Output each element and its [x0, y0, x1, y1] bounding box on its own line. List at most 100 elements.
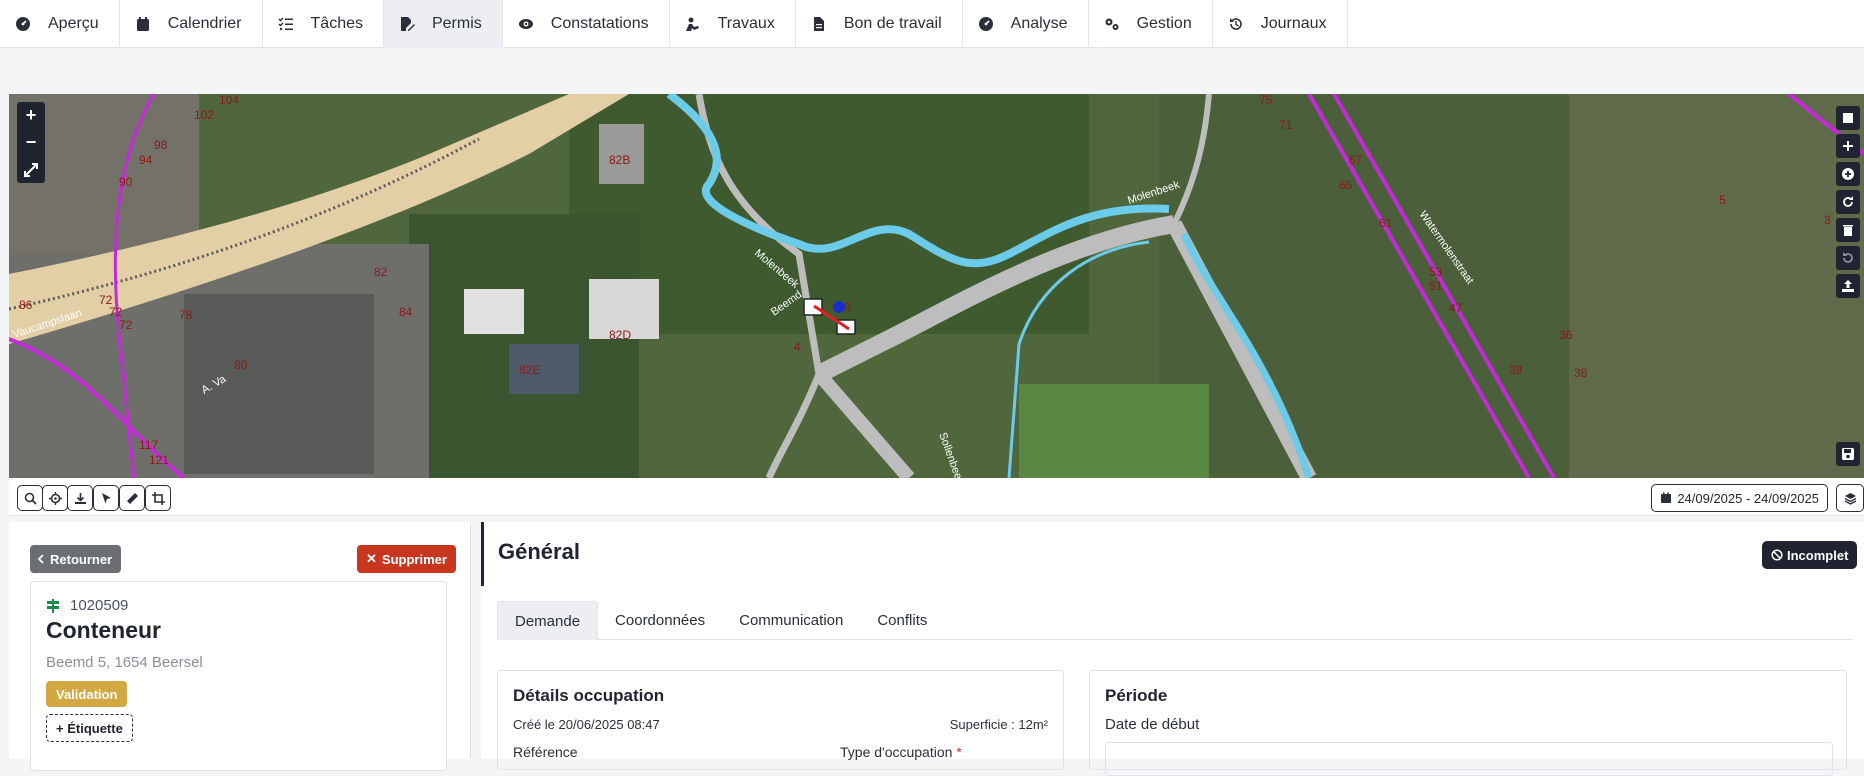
rotate-icon [1843, 196, 1853, 207]
plus-icon [1843, 141, 1853, 151]
nav-label: Gestion [1136, 15, 1192, 32]
rotate-button[interactable] [1836, 190, 1860, 214]
nav-constatations[interactable]: Constatations [503, 0, 670, 48]
document-icon [810, 15, 828, 33]
reference-label: Référence [513, 744, 578, 760]
nav-journaux[interactable]: Journaux [1213, 0, 1348, 48]
signpost-icon [47, 598, 59, 613]
required-marker: * [956, 744, 962, 760]
created-date: Créé le 20/06/2025 08:47 [513, 717, 660, 732]
detail-tabs: Demande Coordonnées Communication Confli… [497, 601, 1853, 640]
permit-detail: Général Incomplet Demande Coordonnées Co… [481, 522, 1864, 776]
nav-permis[interactable]: Permis [383, 0, 503, 48]
zoom-in-button[interactable]: + [17, 102, 45, 129]
delete-button[interactable]: ✕ Supprimer [357, 545, 456, 573]
worker-icon [684, 15, 702, 33]
draw-square-button[interactable] [1836, 106, 1860, 130]
search-icon [24, 492, 37, 505]
nav-taches[interactable]: Tâches [263, 0, 384, 48]
zoom-out-button[interactable]: − [17, 129, 45, 156]
map-view[interactable]: Vaucampslaan A. Va Beemd Sollenbeek Molenbee… [9, 94, 1864, 478]
close-icon: ✕ [366, 551, 377, 566]
map-house-number: 72 [119, 318, 133, 332]
status-badge[interactable]: Validation [46, 681, 128, 707]
download-icon [74, 492, 86, 504]
square-icon [1843, 113, 1853, 123]
nav-apercu[interactable]: Aperçu [0, 0, 120, 48]
map-house-number: 9 [844, 300, 851, 314]
zoom-control: + − [17, 102, 45, 183]
tab-conflits[interactable]: Conflits [860, 601, 944, 640]
nav-analyse[interactable]: Analyse [963, 0, 1089, 48]
completion-status-label: Incomplet [1787, 547, 1849, 563]
upload-button[interactable] [1836, 274, 1860, 298]
nav-label: Aperçu [48, 15, 99, 32]
nav-travaux[interactable]: Travaux [670, 0, 796, 48]
upload-icon [1842, 280, 1854, 292]
permit-sidebar: Retourner ✕ Supprimer 1020509 Conteneur … [9, 522, 471, 771]
ruler-icon [126, 492, 138, 504]
nav-bon-de-travail[interactable]: Bon de travail [796, 0, 963, 48]
section-accent [481, 522, 484, 586]
ban-icon [1771, 549, 1783, 561]
search-map-button[interactable] [17, 485, 43, 511]
map-house-number: 80 [234, 358, 248, 372]
date-range-filter[interactable]: 24/09/2025 - 24/09/2025 [1651, 484, 1828, 512]
save-map-button[interactable] [1836, 442, 1860, 466]
nav-label: Analyse [1010, 15, 1068, 32]
cursor-icon [101, 492, 111, 503]
back-button[interactable]: Retourner [30, 545, 122, 573]
fullscreen-button[interactable] [17, 156, 45, 183]
add-point-button[interactable] [1836, 134, 1860, 158]
tab-coordonnees[interactable]: Coordonnées [598, 601, 722, 640]
crop-icon [151, 491, 165, 505]
map-house-number: 4 [794, 340, 801, 354]
map-house-number: 90 [119, 175, 133, 189]
map-house-number: 98 [154, 138, 168, 152]
plus-circle-icon [1842, 168, 1854, 180]
map-house-number: 78 [179, 308, 193, 322]
add-circle-button[interactable] [1836, 162, 1860, 186]
map-house-number: 47 [1449, 301, 1463, 315]
export-button[interactable] [67, 485, 93, 511]
map-house-number: 38 [1574, 366, 1588, 380]
undo-button[interactable] [1836, 246, 1860, 270]
nav-gestion[interactable]: Gestion [1089, 0, 1213, 48]
map-toolbar: 24/09/2025 - 24/09/2025 [9, 478, 1864, 516]
period-title: Période [1105, 686, 1168, 705]
measure-button[interactable] [119, 485, 145, 511]
select-pointer-button[interactable] [93, 485, 119, 511]
start-date-input[interactable] [1105, 742, 1833, 776]
map-house-number: 3 [1824, 213, 1831, 227]
map-house-number: 82B [609, 153, 630, 167]
permit-address: Beemd 5, 1654 Beersel [46, 654, 203, 671]
delete-label: Supprimer [381, 551, 447, 567]
layers-button[interactable] [1836, 484, 1864, 512]
map-house-number: 82D [609, 328, 631, 342]
layers-icon [1844, 492, 1856, 505]
nav-label: Travaux [717, 15, 775, 32]
add-tag-button[interactable]: + Étiquette [46, 714, 133, 742]
nav-label: Permis [431, 15, 482, 32]
locate-button[interactable] [42, 485, 68, 511]
delete-shape-button[interactable] [1836, 218, 1860, 242]
completion-status-badge[interactable]: Incomplet [1762, 541, 1858, 569]
map-house-number: 94 [139, 153, 153, 167]
gears-icon [1103, 15, 1121, 33]
permit-id: 1020509 [46, 597, 128, 614]
draw-area-button[interactable] [145, 485, 171, 511]
calendar-icon [134, 15, 152, 33]
map-house-number: 5 [1719, 193, 1726, 207]
map-house-number: 51 [1429, 279, 1443, 293]
map-house-number: 104 [219, 94, 239, 107]
gauge-icon [977, 15, 995, 33]
map-house-number: 72 [109, 305, 123, 319]
nav-label: Bon de travail [843, 15, 942, 32]
map-house-number: 84 [399, 305, 413, 319]
tab-communication[interactable]: Communication [722, 601, 860, 640]
date-range-value: 24/09/2025 - 24/09/2025 [1677, 490, 1819, 506]
tab-demande[interactable]: Demande [497, 601, 599, 640]
chevron-left-icon [37, 554, 44, 564]
history-icon [1227, 15, 1245, 33]
nav-calendrier[interactable]: Calendrier [120, 0, 263, 48]
